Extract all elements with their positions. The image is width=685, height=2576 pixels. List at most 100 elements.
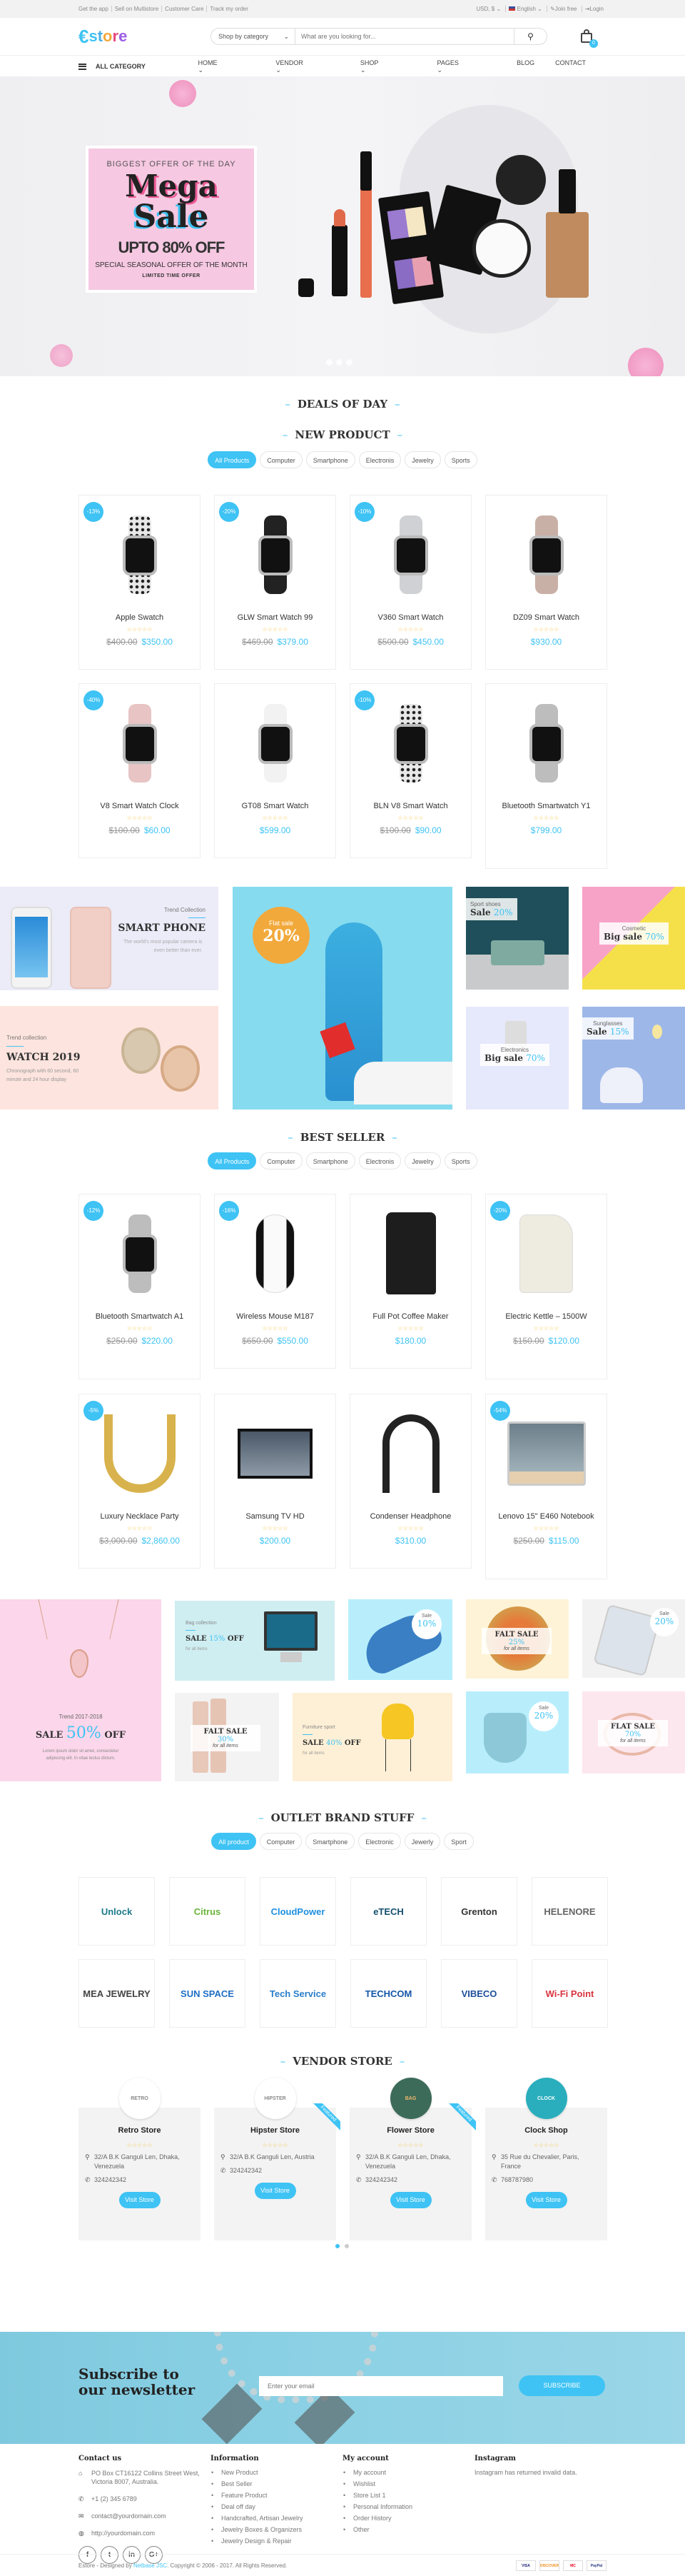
product-name[interactable]: Wireless Mouse M187 <box>215 1312 335 1321</box>
product-name[interactable]: Bluetooth Smartwatch Y1 <box>486 802 607 810</box>
product-name[interactable]: Full Pot Coffee Maker <box>350 1312 471 1321</box>
designer-link[interactable]: Netbase JSC <box>133 2562 167 2569</box>
banner-sport-shoes[interactable]: Sport shoes Sale 20% <box>466 887 569 990</box>
tab-all-products[interactable]: All Products <box>208 1152 257 1169</box>
tab-sports[interactable]: Sports <box>444 1152 477 1169</box>
brand-tile[interactable]: Grenton <box>441 1877 517 1946</box>
brand-tile[interactable]: TECHCOM <box>350 1959 427 2028</box>
newsletter-email-input[interactable] <box>259 2376 503 2396</box>
vendor-logo[interactable]: RETRO <box>118 2078 161 2119</box>
product-card[interactable]: -20% GLW Smart Watch 99 ☆☆☆☆☆ $469.00 $379.0… <box>214 495 336 670</box>
nav-item-home[interactable]: HOME ⌄ <box>198 59 255 74</box>
product-name[interactable]: GT08 Smart Watch <box>215 802 335 810</box>
footer-link[interactable]: Order History <box>342 2515 475 2522</box>
banner-shoe[interactable]: Sale 10% <box>348 1599 452 1680</box>
brand-tile[interactable]: Wi-Fi Point <box>532 1959 608 2028</box>
nav-item-blog[interactable]: BLOG <box>517 59 534 74</box>
product-card[interactable]: DZ09 Smart Watch ☆☆☆☆☆ $930.00 <box>485 495 607 670</box>
footer-link[interactable]: Deal off day <box>210 2503 342 2510</box>
login-link[interactable]: ⇥Login <box>581 6 607 12</box>
tab-computer[interactable]: Computer <box>260 451 303 468</box>
product-card[interactable]: -16% Wireless Mouse M187 ☆☆☆☆☆ $650.00 $550.… <box>214 1194 336 1369</box>
vendor-logo[interactable]: BAG <box>390 2078 432 2119</box>
product-name[interactable]: Apple Swatch <box>79 613 200 622</box>
top-link-sell[interactable]: Sell on Multistore <box>111 6 162 12</box>
nav-item-shop[interactable]: SHOP ⌄ <box>360 59 417 74</box>
tab-sport[interactable]: Sport <box>444 1833 474 1850</box>
banner-watch[interactable]: Trend collection WATCH 2019 Chronograph … <box>0 1006 218 1110</box>
banner-fashion[interactable]: Flat sale 20% <box>233 887 452 1110</box>
product-card[interactable]: -13% Apple Swatch ☆☆☆☆☆ $400.00 $350.00 <box>78 495 201 670</box>
subscribe-button[interactable]: SUBSCRIBE <box>519 2375 605 2396</box>
brand-tile[interactable]: eTECH <box>350 1877 427 1946</box>
product-card[interactable]: -40% V8 Smart Watch Clock ☆☆☆☆☆ $100.00 $60.… <box>78 683 201 858</box>
brand-tile[interactable]: CloudPower <box>260 1877 336 1946</box>
category-select[interactable]: Shop by category ⌄ <box>211 29 295 44</box>
search-input[interactable] <box>295 29 514 44</box>
slide-dot[interactable] <box>346 359 352 366</box>
product-card[interactable]: -20% Electric Kettle – 1500W ☆☆☆☆☆ $150.00 $… <box>485 1194 607 1379</box>
footer-link[interactable]: New Product <box>210 2469 342 2476</box>
footer-link[interactable]: Store List 1 <box>342 2492 475 2499</box>
product-card[interactable]: Full Pot Coffee Maker ☆☆☆☆☆ $180.00 <box>350 1194 472 1369</box>
product-name[interactable]: V8 Smart Watch Clock <box>79 802 200 810</box>
banner-bag[interactable]: Bag collection SALE 15% OFF for all item… <box>175 1601 335 1681</box>
tab-electronic[interactable]: Electronic <box>358 1833 401 1850</box>
language-select[interactable]: English ⌄ <box>505 6 545 12</box>
tab-smartphone[interactable]: Smartphone <box>305 1833 355 1850</box>
brand-tile[interactable]: HELENORE <box>532 1877 608 1946</box>
top-link-app[interactable]: Get the app <box>78 6 111 12</box>
search-button[interactable]: ⚲ <box>514 29 547 44</box>
product-card[interactable]: -10% BLN V8 Smart Watch ☆☆☆☆☆ $100.00 $90.00 <box>350 683 472 858</box>
page-dot-active[interactable] <box>335 2244 340 2248</box>
banner-purse[interactable]: Sale 20% <box>466 1691 569 1773</box>
tab-computer[interactable]: Computer <box>259 1833 303 1850</box>
banner-pendant[interactable]: Trend 2017-2018 SALE 50% OFF Lorem ipsum… <box>0 1599 161 1781</box>
all-category-button[interactable]: ALL CATEGORY <box>78 63 198 70</box>
product-card[interactable]: Bluetooth Smartwatch Y1 ☆☆☆☆☆ $799.00 <box>485 683 607 869</box>
product-card[interactable]: Samsung TV HD ☆☆☆☆☆ $200.00 <box>214 1394 336 1569</box>
brand-tile[interactable]: Tech Service <box>260 1959 336 2028</box>
product-name[interactable]: Samsung TV HD <box>215 1512 335 1521</box>
top-link-track[interactable]: Track my order <box>206 6 251 12</box>
nav-item-vendor[interactable]: VENDOR ⌄ <box>275 59 340 74</box>
brand-tile[interactable]: VIBECO <box>441 1959 517 2028</box>
slide-dot[interactable] <box>336 359 342 366</box>
footer-link[interactable]: Handcrafted, Artisan Jewelry <box>210 2515 342 2522</box>
visit-store-button[interactable]: Visit Store <box>525 2192 567 2208</box>
banner-chair[interactable]: Furniture sport SALE 40% OFF for all ite… <box>293 1693 452 1781</box>
banner-smartphone[interactable]: Trend Collection SMART PHONE The world's… <box>0 887 218 990</box>
product-card[interactable]: -54% Lenovo 15" E460 Notebook ☆☆☆☆☆ $250.00… <box>485 1394 607 1579</box>
product-card[interactable]: Condenser Headphone ☆☆☆☆☆ $310.00 <box>350 1394 472 1569</box>
footer-link[interactable]: My account <box>342 2469 475 2476</box>
brand-tile[interactable]: Unlock <box>78 1877 155 1946</box>
tab-computer[interactable]: Computer <box>260 1152 303 1169</box>
product-name[interactable]: Luxury Necklace Party <box>79 1512 200 1521</box>
brand-tile[interactable]: Citrus <box>169 1877 245 1946</box>
nav-item-contact[interactable]: CONTACT <box>555 59 586 74</box>
tab-all-product[interactable]: All product <box>211 1833 256 1850</box>
product-name[interactable]: GLW Smart Watch 99 <box>215 613 335 622</box>
tab-all-products[interactable]: All Products <box>208 451 257 468</box>
footer-link[interactable]: Other <box>342 2526 475 2533</box>
tab-jewelry[interactable]: Jewelry <box>405 1152 441 1169</box>
product-name[interactable]: BLN V8 Smart Watch <box>350 802 471 810</box>
visit-store-button[interactable]: Visit Store <box>254 2183 296 2199</box>
banner-cosmetic-sale[interactable]: FALT SALE 30% for all items <box>175 1693 279 1781</box>
product-card[interactable]: -12% Bluetooth Smartwatch A1 ☆☆☆☆☆ $250.00 $… <box>78 1194 201 1379</box>
footer-link[interactable]: Personal Information <box>342 2503 475 2510</box>
join-free-link[interactable]: ✎Join free <box>547 6 580 12</box>
visit-store-button[interactable]: Visit Store <box>390 2192 432 2208</box>
nav-item-pages[interactable]: PAGES ⌄ <box>437 59 497 74</box>
tab-electronics[interactable]: Electronis <box>358 1152 402 1169</box>
product-name[interactable]: DZ09 Smart Watch <box>486 613 607 622</box>
tab-electronics[interactable]: Electronis <box>358 451 402 468</box>
cart-button[interactable]: 0 <box>579 29 598 48</box>
footer-link[interactable]: Feature Product <box>210 2492 342 2499</box>
footer-link[interactable]: Jewelry Boxes & Organizers <box>210 2526 342 2533</box>
contact-email[interactable]: contact@yourdomain.com <box>91 2512 166 2520</box>
banner-pizza[interactable]: FALT SALE 25% for all items <box>466 1599 569 1679</box>
footer-link[interactable]: Jewelry Design & Repair <box>210 2537 342 2545</box>
footer-link[interactable]: Wishlist <box>342 2480 475 2487</box>
product-name[interactable]: Lenovo 15" E460 Notebook <box>486 1512 607 1521</box>
